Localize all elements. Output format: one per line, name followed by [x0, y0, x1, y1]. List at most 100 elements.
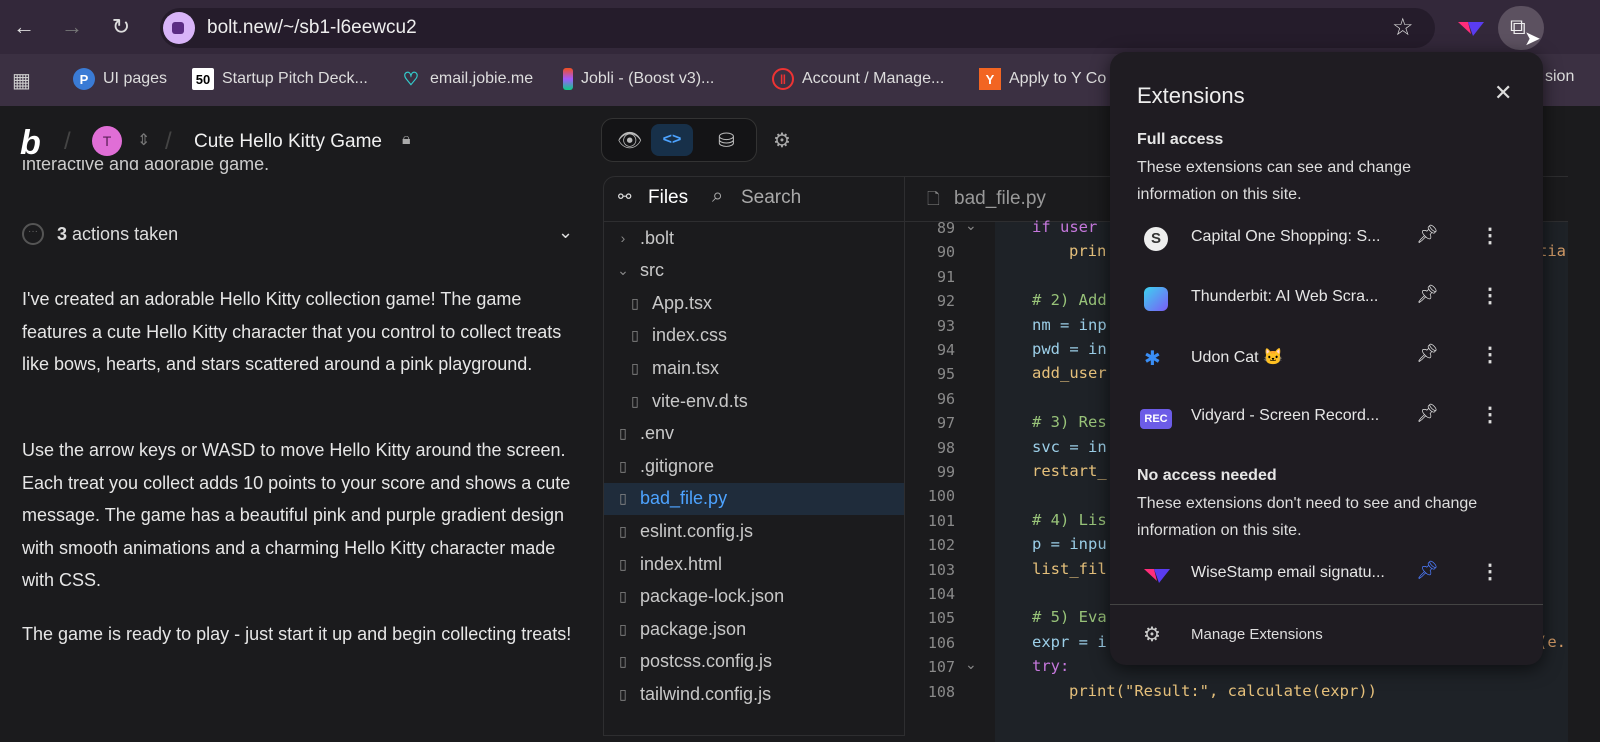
more-options-icon[interactable]: ⋮	[1480, 559, 1500, 584]
back-button[interactable]: ←	[10, 14, 38, 40]
file-tree-item[interactable]: ▯ package-lock.json	[604, 581, 904, 613]
line-number: 95	[936, 365, 955, 384]
preview-eye-icon[interactable]: 👁︎	[617, 128, 642, 153]
chevron-updown-icon[interactable]: ⇕	[137, 130, 150, 150]
pin-icon[interactable]: 📌︎	[1416, 284, 1439, 305]
file-tree-item[interactable]: ▯ postcss.config.js	[604, 646, 904, 678]
file-tree-item[interactable]: ▯ .env	[604, 418, 904, 450]
file-tree-item[interactable]: ⌄ src	[604, 255, 904, 287]
file-tree-item[interactable]: ▯ App.tsx	[604, 287, 904, 319]
fold-chevron-icon[interactable]: ⌄	[965, 217, 977, 234]
file-icon: ▯	[631, 392, 639, 409]
site-info-icon[interactable]	[163, 12, 195, 44]
file-tree-item[interactable]: ▯ tailwind.config.js	[604, 678, 904, 710]
lock-icon: 🔒︎	[402, 131, 411, 148]
bookmark-email-jobie[interactable]: ♡ email.jobie.me	[400, 68, 533, 90]
close-icon[interactable]: ✕	[1494, 80, 1512, 106]
p-circle-icon: P	[73, 68, 95, 90]
code-view-button[interactable]: <>	[651, 124, 693, 156]
bookmark-clipped[interactable]: sion	[1545, 68, 1574, 86]
file-icon: ▯	[619, 425, 627, 442]
extension-item[interactable]: Thunderbit: AI Web Scra... 📌︎ ⋮	[1110, 278, 1543, 318]
line-number: 89	[936, 219, 955, 237]
line-number: 106	[927, 633, 955, 652]
bookmark-star-icon[interactable]: ☆	[1392, 13, 1414, 42]
file-tree-item[interactable]: ▯ index.html	[604, 548, 904, 580]
extension-item[interactable]: ✱ Udon Cat 🐱 📌︎ ⋮	[1110, 337, 1543, 377]
more-options-icon[interactable]: ⋮	[1480, 283, 1500, 308]
code-line: # 2) Add	[1032, 291, 1107, 310]
manage-extensions-button[interactable]: ⚙ Manage Extensions	[1110, 615, 1543, 655]
ycombinator-icon: Y	[979, 68, 1001, 90]
search-icon[interactable]: ⌕	[712, 185, 723, 208]
project-title[interactable]: Cute Hello Kitty Game	[194, 131, 382, 153]
bookmark-apply-yc[interactable]: Y Apply to Y Co	[979, 68, 1106, 90]
url-text[interactable]: bolt.new/~/sb1-l6eewcu2	[207, 17, 417, 39]
line-number: 90	[936, 243, 955, 262]
line-number: 107	[927, 658, 955, 677]
breadcrumb-separator: /	[64, 128, 71, 155]
chevron-down-icon: ⌄	[617, 262, 629, 279]
code-line: try:	[1032, 657, 1070, 676]
more-options-icon[interactable]: ⋮	[1480, 342, 1500, 367]
actions-taken[interactable]: 3 actions taken	[57, 224, 178, 245]
files-tree-icon: ⚯	[618, 189, 632, 206]
pin-icon[interactable]: 📌︎	[1416, 403, 1439, 424]
tab-search[interactable]: Search	[741, 187, 801, 209]
code-line: if user	[1032, 218, 1098, 236]
popup-title: Extensions	[1137, 83, 1245, 108]
more-options-icon[interactable]: ⋮	[1480, 402, 1500, 427]
wisestamp-toolbar-icon[interactable]	[1458, 20, 1484, 36]
file-name: tailwind.config.js	[640, 683, 772, 704]
bookmark-startup-pitch[interactable]: 50 Startup Pitch Deck...	[192, 68, 368, 90]
bolt-logo[interactable]: b	[20, 124, 41, 163]
file-icon: ▯	[631, 359, 639, 376]
tab-files[interactable]: Files	[648, 187, 688, 209]
vidyard-rec-icon: REC	[1140, 409, 1172, 429]
file-tree-item[interactable]: ▯ bad_file.py	[604, 482, 904, 515]
file-tree-item[interactable]: ▯ index.css	[604, 320, 904, 352]
file-tree-item[interactable]: ▯ package.json	[604, 613, 904, 645]
line-number: 92	[936, 292, 955, 311]
code-line: prin	[1069, 242, 1107, 261]
line-number: 101	[927, 511, 955, 530]
chevron-down-icon[interactable]: ⌄	[558, 222, 573, 243]
pin-icon[interactable]: 📌︎	[1416, 343, 1439, 364]
file-tree-item[interactable]: ▯ vite-env.d.ts	[604, 385, 904, 417]
bookmark-jobli[interactable]: Jobli - (Boost v3)...	[563, 68, 714, 90]
file-icon: ▯	[619, 490, 627, 507]
pin-icon[interactable]: 📌︎	[1416, 224, 1439, 245]
fold-chevron-icon[interactable]: ⌄	[965, 656, 977, 673]
more-options-icon[interactable]: ⋮	[1480, 223, 1500, 248]
code-line: # 5) Eva	[1032, 608, 1107, 627]
message-paragraph: The game is ready to play - just start i…	[22, 624, 572, 644]
file-tree-item[interactable]: ▯ .gitignore	[604, 450, 904, 482]
code-line: # 4) Lis	[1032, 510, 1107, 529]
database-icon[interactable]: ⛁	[718, 128, 735, 153]
file-tree-item[interactable]: › .bolt	[604, 222, 904, 254]
file-tree-item[interactable]: ▯ eslint.config.js	[604, 515, 904, 547]
extension-item[interactable]: REC Vidyard - Screen Record... 📌︎ ⋮	[1110, 397, 1543, 437]
extension-name: WiseStamp email signatu...	[1191, 564, 1385, 581]
settings-gear-icon[interactable]: ⚙	[773, 128, 791, 153]
code-line: # 3) Res	[1032, 413, 1107, 432]
apps-grid-icon[interactable]: ▦	[12, 68, 31, 93]
avatar[interactable]: T	[92, 126, 122, 156]
forward-button[interactable]: →	[58, 14, 86, 40]
file-name: index.css	[652, 325, 728, 346]
extension-item[interactable]: S Capital One Shopping: S... 📌︎ ⋮	[1110, 218, 1543, 258]
file-icon: ▯	[619, 457, 627, 474]
editor-tab-bad-file[interactable]: bad_file.py	[954, 188, 1046, 210]
bookmark-account-manage[interactable]: ‖ Account / Manage...	[772, 68, 944, 90]
full-access-heading: Full access	[1137, 131, 1224, 148]
file-tree-item[interactable]: ▯ main.tsx	[604, 352, 904, 384]
reload-button[interactable]: ↻	[107, 14, 135, 40]
bookmark-ui-pages[interactable]: P UI pages	[73, 68, 167, 90]
unpinned-icon[interactable]: 📌︎	[1416, 560, 1439, 581]
red-circle-icon: ‖	[772, 68, 794, 90]
code-line: restart_	[1032, 462, 1107, 480]
gear-icon: ⚙	[1143, 624, 1161, 646]
line-number: 108	[927, 682, 955, 701]
code-line: add_user	[1032, 364, 1107, 383]
extension-item[interactable]: WiseStamp email signatu... 📌︎ ⋮	[1110, 554, 1543, 594]
